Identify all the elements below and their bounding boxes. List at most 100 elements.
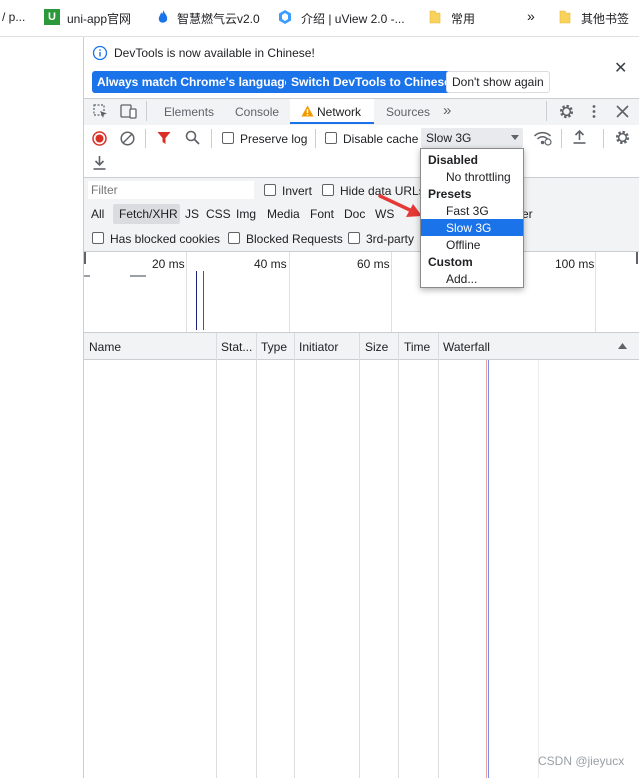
waterfall-dcl-line: [488, 360, 489, 778]
hide-data-urls-checkbox[interactable]: [322, 184, 334, 196]
third-party-checkbox[interactable]: [348, 232, 360, 244]
column-divider: [398, 333, 399, 778]
column-initiator[interactable]: Initiator: [299, 340, 338, 354]
menu-item-fast-3g[interactable]: Fast 3G: [446, 204, 489, 218]
filter-input[interactable]: [88, 181, 254, 199]
has-blocked-cookies-checkbox[interactable]: [92, 232, 104, 244]
infobar-message: DevTools is now available in Chinese!: [114, 46, 315, 60]
type-filter-js[interactable]: JS: [185, 207, 199, 221]
overview-handle-right[interactable]: [636, 252, 638, 264]
type-filter-fetch-xhr[interactable]: Fetch/XHR: [119, 207, 178, 221]
column-divider: [359, 333, 360, 778]
uniapp-icon: U: [44, 9, 60, 25]
blocked-requests-checkbox[interactable]: [228, 232, 240, 244]
column-time[interactable]: Time: [404, 340, 430, 354]
dom-content-loaded-marker: [196, 271, 197, 330]
menu-header-presets: Presets: [428, 187, 472, 201]
overview-handle-left[interactable]: [84, 252, 86, 264]
column-status[interactable]: Stat...: [221, 340, 252, 354]
flame-icon: [158, 10, 168, 23]
type-filter-font[interactable]: Font: [310, 207, 334, 221]
network-conditions-wifi-icon[interactable]: [533, 130, 552, 146]
waterfall-load-line: [486, 360, 487, 778]
match-language-button[interactable]: Always match Chrome's language: [92, 71, 297, 93]
infobar-close-icon[interactable]: ✕: [614, 58, 627, 78]
divider: [315, 129, 316, 148]
column-divider: [256, 333, 257, 778]
tick-label-40ms: 40 ms: [254, 257, 287, 271]
bookmark-folder-common[interactable]: 常用: [451, 10, 475, 27]
tab-console[interactable]: Console: [235, 105, 279, 119]
menu-item-slow-3g[interactable]: Slow 3G: [446, 221, 491, 235]
invert-checkbox[interactable]: [264, 184, 276, 196]
preserve-log-label: Preserve log: [240, 132, 308, 146]
column-waterfall[interactable]: Waterfall: [443, 340, 490, 354]
menu-header-custom: Custom: [428, 255, 473, 269]
inspect-element-icon[interactable]: [93, 104, 108, 119]
filter-funnel-icon[interactable]: [157, 131, 171, 145]
preserve-log-checkbox[interactable]: [222, 132, 234, 144]
warning-icon: [301, 105, 314, 117]
page-content-area: [0, 37, 84, 778]
info-icon: [92, 45, 108, 61]
dont-show-again-button[interactable]: Don't show again: [446, 71, 550, 93]
close-devtools-icon[interactable]: [616, 105, 629, 118]
disable-cache-checkbox[interactable]: [325, 132, 337, 144]
type-filter-img[interactable]: Img: [236, 207, 256, 221]
tab-sources[interactable]: Sources: [386, 105, 430, 119]
requests-table-header: [84, 333, 639, 360]
clear-icon[interactable]: [120, 131, 135, 146]
export-har-download-icon[interactable]: [92, 155, 107, 171]
invert-label: Invert: [282, 184, 313, 198]
menu-item-add[interactable]: Add...: [446, 272, 477, 286]
folder-icon: [429, 10, 441, 24]
column-size[interactable]: Size: [365, 340, 388, 354]
switch-chinese-button[interactable]: Switch DevTools to Chinese: [286, 71, 456, 93]
divider: [211, 129, 212, 148]
bookmark-uniapp[interactable]: uni-app官网: [67, 10, 131, 27]
type-filter-all[interactable]: All: [91, 207, 104, 221]
import-har-upload-icon[interactable]: [572, 129, 587, 145]
more-tabs-chevron-icon[interactable]: »: [443, 102, 451, 119]
record-icon[interactable]: [92, 131, 107, 146]
disable-cache-label: Disable cache: [343, 132, 419, 146]
bookmark-other[interactable]: 其他书签: [581, 10, 629, 27]
device-toolbar-icon[interactable]: [120, 104, 137, 119]
search-icon[interactable]: [185, 130, 200, 145]
tick-label-20ms: 20 ms: [152, 257, 185, 271]
tab-elements[interactable]: Elements: [164, 105, 214, 119]
watermark: CSDN @jieyucx: [538, 754, 625, 768]
settings-gear-icon[interactable]: [558, 103, 575, 120]
grid-line: [595, 252, 596, 332]
divider: [146, 101, 147, 121]
divider: [603, 129, 604, 148]
kebab-menu-icon[interactable]: [590, 104, 598, 119]
type-filter-css[interactable]: CSS: [206, 207, 231, 221]
menu-item-slow-3g-highlight[interactable]: Slow 3G: [421, 219, 523, 236]
bookmark-item[interactable]: / p...: [2, 10, 25, 24]
more-bookmarks-chevron-icon[interactable]: »: [527, 8, 535, 24]
type-filter-doc[interactable]: Doc: [344, 207, 365, 221]
column-divider: [438, 333, 439, 778]
throttling-dropdown-menu: Disabled No throttling Presets Fast 3G S…: [420, 148, 524, 288]
throttling-select[interactable]: Slow 3G: [421, 128, 523, 148]
grid-line: [391, 252, 392, 332]
has-blocked-cookies-label: Has blocked cookies: [110, 232, 221, 246]
column-divider: [294, 333, 295, 778]
menu-item-offline[interactable]: Offline: [446, 238, 480, 252]
red-arrow-annotation-icon: [378, 194, 422, 217]
folder-icon: [559, 10, 571, 24]
network-settings-gear-icon[interactable]: [614, 129, 631, 146]
bookmark-uview[interactable]: 介绍 | uView 2.0 -...: [301, 10, 405, 27]
column-divider: [216, 333, 217, 778]
tick-label-60ms: 60 ms: [357, 257, 390, 271]
type-filter-media[interactable]: Media: [267, 207, 300, 221]
sort-ascending-icon[interactable]: [618, 343, 627, 349]
column-type[interactable]: Type: [261, 340, 287, 354]
column-name[interactable]: Name: [89, 340, 121, 354]
tab-network[interactable]: Network: [290, 99, 374, 124]
bookmark-gas[interactable]: 智慧燃气云v2.0: [177, 10, 260, 27]
menu-item-no-throttling[interactable]: No throttling: [446, 170, 511, 184]
waterfall-grid-line: [538, 360, 539, 778]
divider: [145, 129, 146, 148]
